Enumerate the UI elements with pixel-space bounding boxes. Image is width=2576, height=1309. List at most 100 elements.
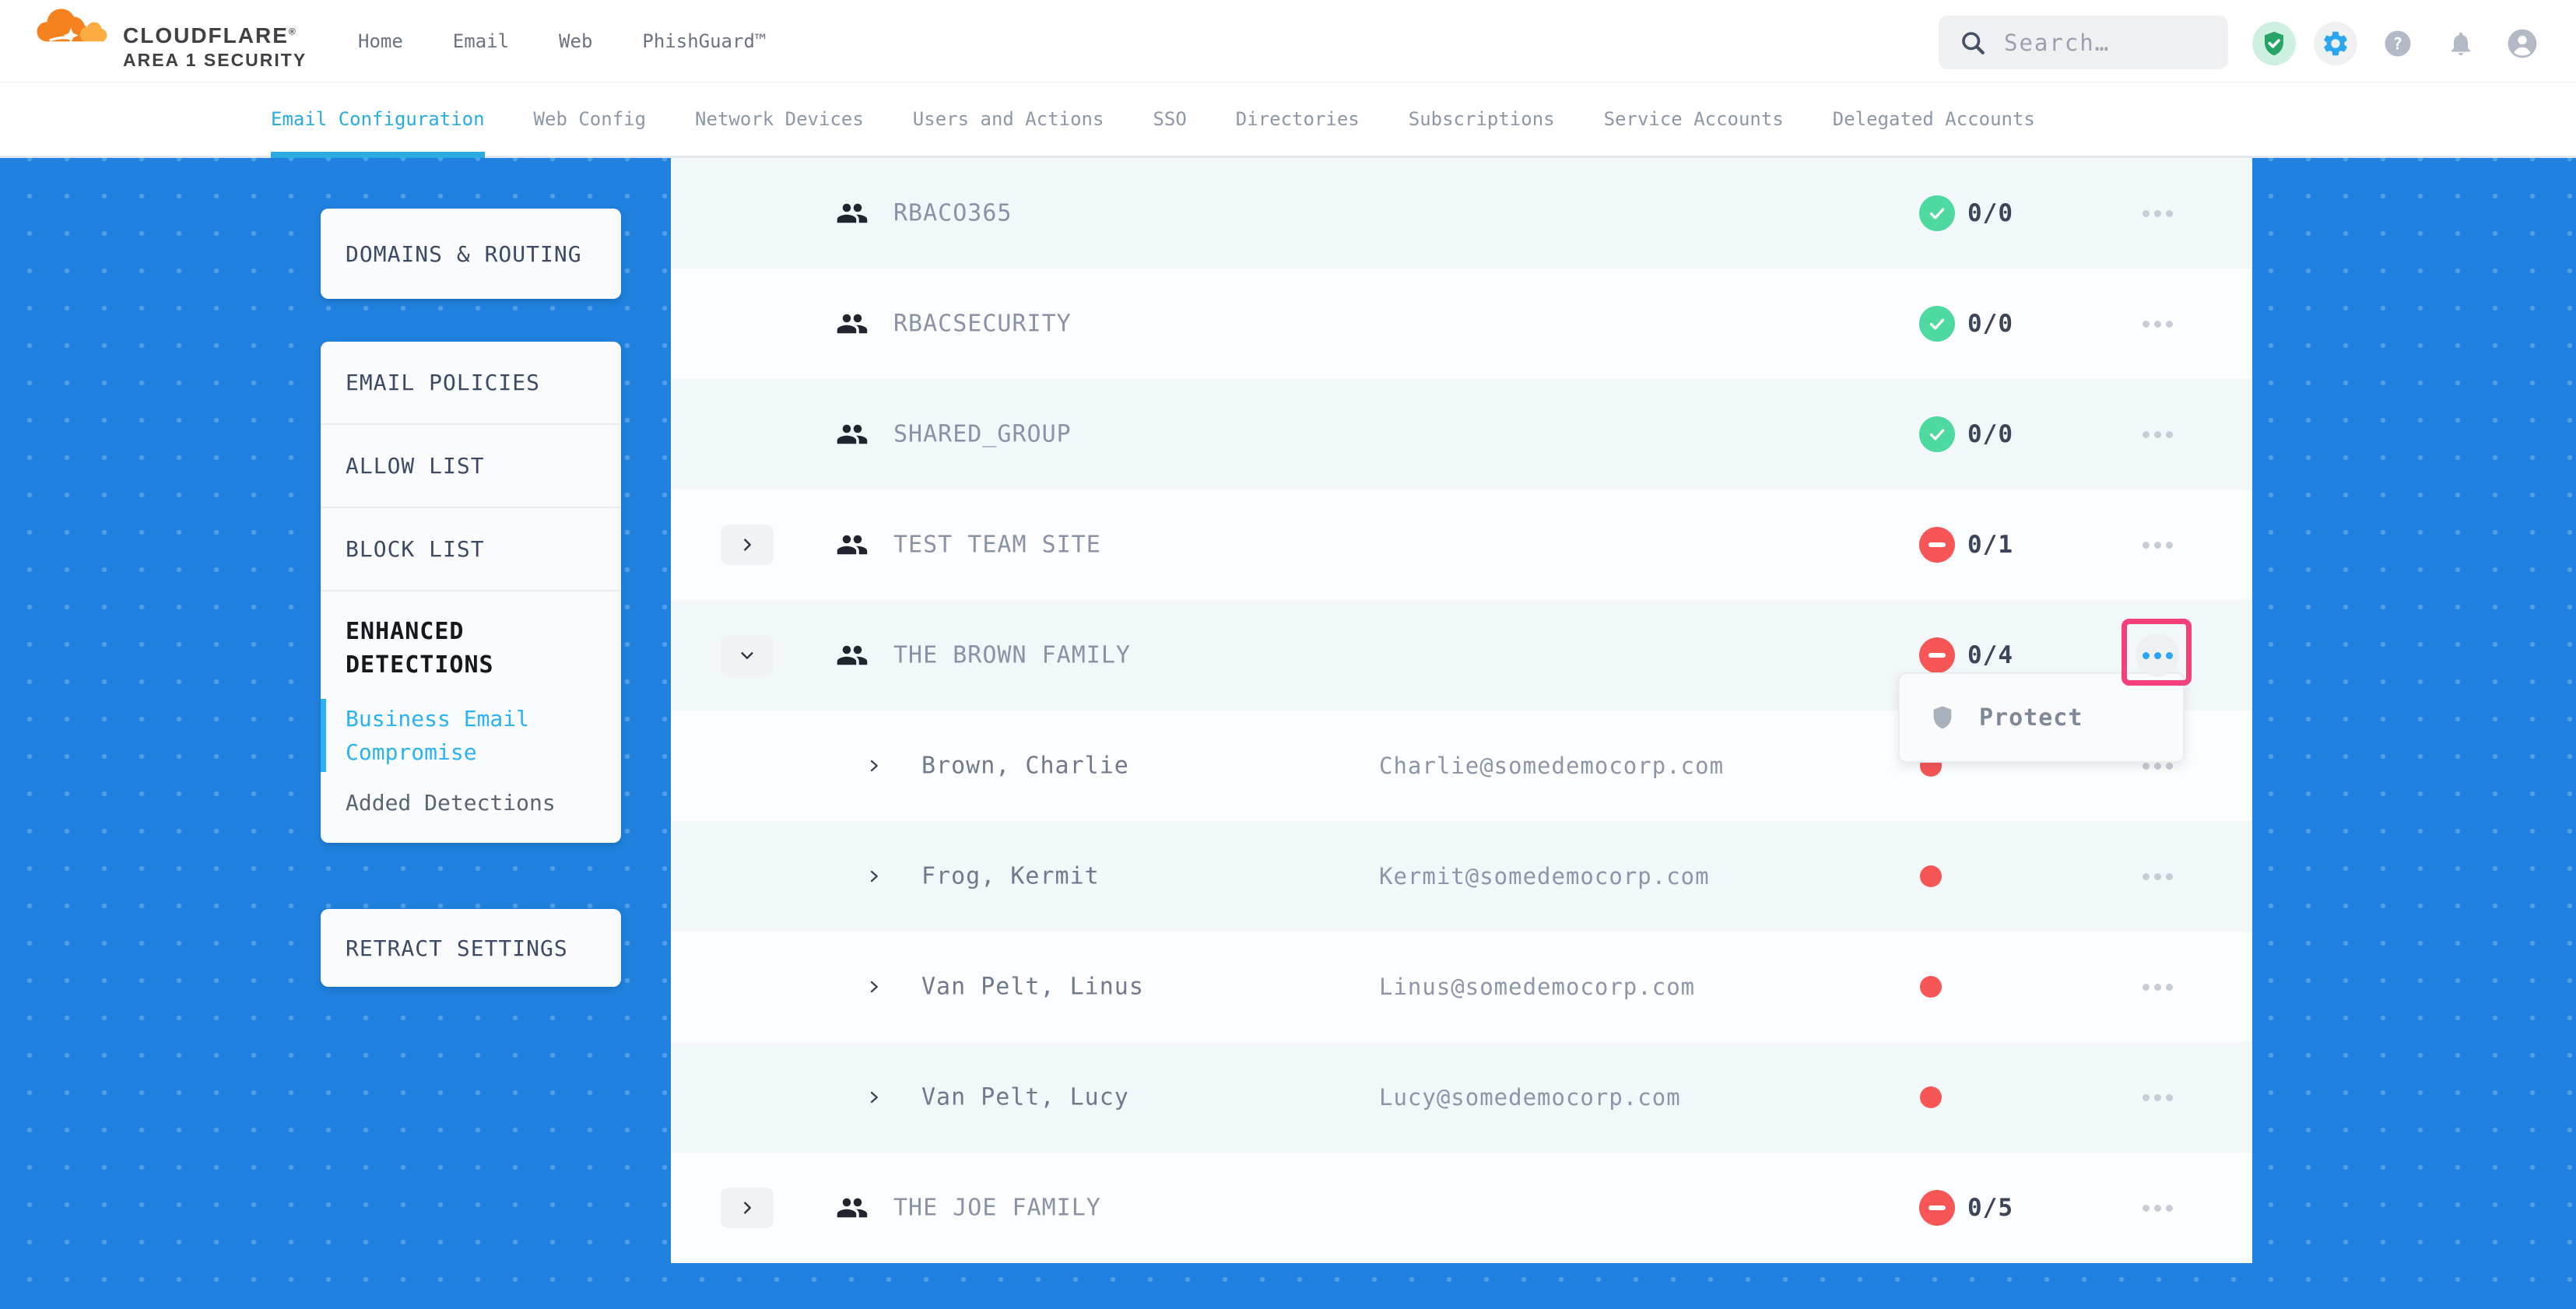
cloudflare-logo-icon	[36, 6, 111, 51]
nav-phishguard[interactable]: PhishGuard™	[642, 30, 766, 52]
row-menu-button[interactable]	[2136, 523, 2179, 567]
status-flag-dot	[1920, 865, 1942, 887]
shield-check-icon	[2260, 30, 2288, 58]
member-name: Van Pelt, Linus	[921, 974, 1144, 1001]
table-row: RBACSECURITY 0/0	[671, 268, 2252, 379]
group-icon	[836, 1191, 869, 1224]
sidebar-item-business-email-compromise[interactable]: Business Email Compromise	[346, 702, 540, 769]
sidebar-section-enhanced-detections: ENHANCED DETECTIONS Business Email Compr…	[321, 591, 621, 843]
nav-home[interactable]: Home	[358, 30, 403, 52]
top-bar: CLOUDFLARE® AREA 1 SECURITY Home Email W…	[0, 0, 2576, 82]
collapse-button[interactable]	[721, 635, 774, 676]
avatar-icon	[2507, 28, 2538, 59]
registered-mark: ®	[289, 26, 297, 37]
sidebar-card-domains: DOMAINS & ROUTING	[321, 209, 621, 299]
tab-subscriptions[interactable]: Subscriptions	[1409, 108, 1555, 158]
row-menu-button[interactable]	[2136, 191, 2179, 235]
group-icon	[836, 528, 869, 561]
menu-item-protect[interactable]: Protect	[1900, 674, 2183, 761]
sidebar-item-enhanced-detections[interactable]: ENHANCED DETECTIONS	[346, 615, 587, 682]
tab-delegated-accounts[interactable]: Delegated Accounts	[1833, 108, 2035, 158]
nav-web[interactable]: Web	[559, 30, 592, 52]
row-menu-button[interactable]	[2136, 1186, 2179, 1230]
row-menu-button[interactable]	[2136, 412, 2179, 456]
tab-network-devices[interactable]: Network Devices	[695, 108, 864, 158]
group-name: THE BROWN FAMILY	[893, 642, 1131, 669]
member-email: Charlie@somedemocorp.com	[1379, 753, 1724, 779]
group-icon	[836, 418, 869, 451]
sidebar-item-added-detections[interactable]: Added Detections	[346, 786, 601, 819]
group-name: SHARED_GROUP	[893, 421, 1072, 448]
table-row: TEST TEAM SITE 0/1	[671, 490, 2252, 600]
row-context-menu: Protect	[1898, 672, 2185, 763]
shield-icon	[1929, 704, 1956, 731]
top-nav: Home Email Web PhishGuard™	[358, 0, 766, 82]
question-mark-icon: ?	[2384, 30, 2412, 58]
search-icon	[1959, 29, 1987, 57]
menu-item-label: Protect	[1979, 704, 2083, 732]
status-unprotected-badge	[1919, 1190, 1955, 1226]
page: CLOUDFLARE® AREA 1 SECURITY Home Email W…	[0, 0, 2576, 1309]
tab-email-configuration[interactable]: Email Configuration	[271, 108, 485, 158]
table-row: THE JOE FAMILY 0/5	[671, 1153, 2252, 1263]
row-menu-button[interactable]	[2136, 1076, 2179, 1119]
sidebar-item-allow-list[interactable]: ALLOW LIST	[321, 425, 621, 508]
expand-button[interactable]	[721, 1188, 774, 1228]
settings-button[interactable]	[2314, 22, 2357, 65]
member-chevron-icon[interactable]	[867, 759, 881, 773]
table-row: SHARED_GROUP 0/0	[671, 379, 2252, 490]
protection-count: 0/0	[1967, 420, 2013, 448]
security-status-button[interactable]	[2252, 22, 2296, 65]
sidebar-card-policies: EMAIL POLICIES ALLOW LIST BLOCK LIST ENH…	[321, 342, 621, 843]
tab-service-accounts[interactable]: Service Accounts	[1604, 108, 1784, 158]
search-box[interactable]	[1939, 16, 2228, 69]
table-row: RBACO365 0/0	[671, 158, 2252, 268]
table-row-member: Van Pelt, Lucy Lucy@somedemocorp.com	[671, 1042, 2252, 1153]
tab-directories[interactable]: Directories	[1236, 108, 1360, 158]
member-chevron-icon[interactable]	[867, 1090, 881, 1104]
member-chevron-icon[interactable]	[867, 869, 881, 883]
notifications-button[interactable]	[2439, 22, 2483, 65]
status-unprotected-badge	[1919, 527, 1955, 563]
sidebar-item-block-list[interactable]: BLOCK LIST	[321, 508, 621, 591]
row-menu-button[interactable]	[2136, 302, 2179, 346]
tab-web-config[interactable]: Web Config	[534, 108, 647, 158]
status-protected-badge	[1919, 306, 1955, 342]
table-row-member: Frog, Kermit Kermit@somedemocorp.com	[671, 821, 2252, 932]
row-menu-button[interactable]	[2136, 965, 2179, 1009]
group-icon	[836, 197, 869, 230]
search-input[interactable]	[2004, 30, 2214, 56]
tab-users-and-actions[interactable]: Users and Actions	[913, 108, 1104, 158]
protection-count: 0/0	[1967, 310, 2013, 338]
status-protected-badge	[1919, 416, 1955, 452]
account-button[interactable]	[2501, 22, 2544, 65]
brand-name: CLOUDFLARE®	[123, 23, 297, 48]
member-name: Frog, Kermit	[921, 863, 1100, 890]
sidebar-item-retract-settings[interactable]: RETRACT SETTINGS	[321, 909, 621, 987]
section-tabs-bar: Email Configuration Web Config Network D…	[0, 82, 2576, 158]
bell-icon	[2447, 30, 2475, 58]
protection-count: 0/1	[1967, 531, 2013, 559]
expand-button[interactable]	[721, 525, 774, 565]
protection-count: 0/5	[1967, 1194, 2013, 1222]
sidebar-card-retract: RETRACT SETTINGS	[321, 909, 621, 987]
group-name: TEST TEAM SITE	[893, 532, 1101, 559]
member-email: Linus@somedemocorp.com	[1379, 974, 1695, 1000]
status-unprotected-badge	[1919, 637, 1955, 673]
protection-count: 0/0	[1967, 199, 2013, 227]
sidebar-item-domains-routing[interactable]: DOMAINS & ROUTING	[321, 209, 621, 299]
sidebar-item-email-policies[interactable]: EMAIL POLICIES	[321, 342, 621, 425]
svg-text:?: ?	[2393, 35, 2403, 54]
row-menu-button-active[interactable]	[2136, 633, 2179, 677]
group-name: RBACO365	[893, 200, 1013, 227]
group-icon	[836, 639, 869, 672]
status-flag-dot	[1920, 1086, 1942, 1108]
nav-email[interactable]: Email	[453, 30, 509, 52]
member-chevron-icon[interactable]	[867, 980, 881, 994]
member-email: Kermit@somedemocorp.com	[1379, 863, 1710, 890]
help-button[interactable]: ?	[2376, 22, 2420, 65]
tab-sso[interactable]: SSO	[1153, 108, 1186, 158]
status-flag-dot	[1920, 976, 1942, 998]
row-menu-button[interactable]	[2136, 855, 2179, 898]
status-protected-badge	[1919, 195, 1955, 231]
